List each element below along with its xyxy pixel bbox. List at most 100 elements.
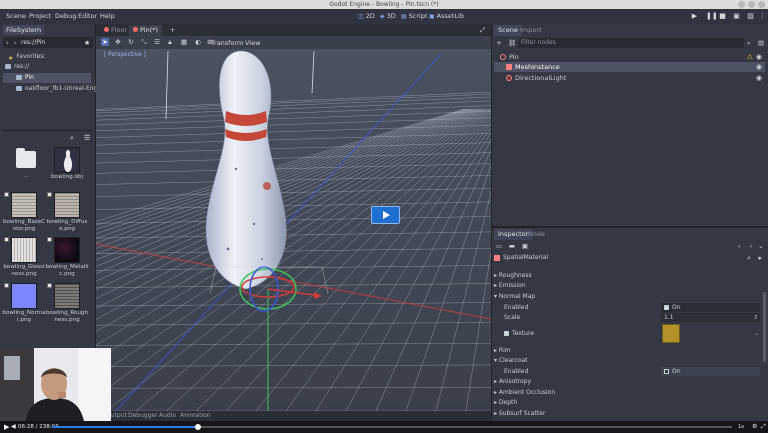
- list-select-icon[interactable]: ☰: [153, 38, 161, 46]
- search-icon[interactable]: ⌕: [747, 253, 751, 263]
- perspective-menu[interactable]: [ Perspective ]: [104, 52, 146, 58]
- video-play-button[interactable]: [371, 206, 400, 224]
- tree-item-res[interactable]: res://: [0, 62, 93, 72]
- 3d-viewport[interactable]: [96, 49, 491, 411]
- section-rim[interactable]: ▸ Rim: [494, 346, 762, 356]
- menu-scene[interactable]: Scene: [6, 12, 26, 20]
- search-icon[interactable]: ⌕: [70, 134, 74, 143]
- visibility-eye-icon[interactable]: ◉: [756, 73, 762, 83]
- settings-icon[interactable]: ⋮: [758, 12, 767, 21]
- group-icon[interactable]: ▦: [180, 38, 188, 46]
- tab-node[interactable]: Node: [524, 229, 549, 240]
- section-ambient-occlusion[interactable]: ▸ Ambient Occlusion: [494, 388, 762, 398]
- normal-enabled-checkbox[interactable]: On: [661, 303, 760, 312]
- pause-icon[interactable]: ❚❚: [706, 12, 718, 21]
- history-back-icon[interactable]: ‹: [735, 242, 743, 250]
- menu-debug[interactable]: Debug: [55, 12, 76, 20]
- file-item-bowling-obj[interactable]: bowling.obj: [45, 147, 89, 181]
- tree-item-favorites[interactable]: ★ Favorites:: [0, 52, 93, 62]
- file-item-glossiness[interactable]: bowling_Glossiness.png: [2, 237, 46, 278]
- minimize-button[interactable]: [738, 1, 745, 8]
- tab-audio[interactable]: Audio: [159, 412, 176, 419]
- section-depth[interactable]: ▸ Depth: [494, 398, 762, 408]
- visibility-eye-icon[interactable]: ◉: [756, 62, 762, 72]
- play-scene-icon[interactable]: ▣: [732, 12, 741, 21]
- lock-icon[interactable]: 🔒︎: [166, 38, 174, 46]
- mode-3d-button[interactable]: ◈ 3D: [380, 12, 396, 20]
- scale-tool-icon[interactable]: ⤡: [140, 38, 148, 46]
- section-clearcoat[interactable]: ▾ Clearcoat: [494, 356, 762, 366]
- history-forward-icon[interactable]: ›: [747, 242, 755, 250]
- section-roughness[interactable]: ▸ Roughness: [494, 271, 762, 281]
- file-item-parent[interactable]: ..: [4, 147, 48, 180]
- warning-icon[interactable]: ⚠: [747, 52, 753, 62]
- tab-debugger[interactable]: Debugger: [128, 412, 158, 419]
- mode-script-button[interactable]: ▤ Script: [401, 12, 428, 20]
- settings-gear-icon[interactable]: ⚙: [752, 423, 757, 430]
- section-normal-map[interactable]: ▾ Normal Map: [494, 292, 762, 302]
- save-icon[interactable]: ▣: [521, 242, 529, 250]
- view-menu[interactable]: View: [245, 39, 260, 47]
- close-button[interactable]: [758, 1, 765, 8]
- rotate-tool-icon[interactable]: ↻: [127, 38, 135, 46]
- distraction-free-icon[interactable]: ⤢: [476, 25, 489, 36]
- select-tool-icon[interactable]: ➤: [101, 38, 109, 46]
- file-item-normal[interactable]: bowling_Normal.png: [2, 283, 46, 324]
- node-directionallight[interactable]: DirectionalLight ◉: [494, 73, 765, 83]
- clearcoat-enabled-checkbox[interactable]: On: [661, 367, 760, 376]
- forward-icon[interactable]: ›: [11, 39, 19, 47]
- volume-icon[interactable]: ◀: [11, 423, 16, 430]
- tree-item-pin[interactable]: Pin: [3, 73, 91, 83]
- tab-animation[interactable]: Animation: [180, 412, 211, 419]
- filter-nodes-input[interactable]: Filter nodes: [518, 38, 744, 48]
- add-node-icon[interactable]: +: [495, 39, 503, 47]
- inspector-scrollbar[interactable]: [763, 292, 766, 362]
- menu-project[interactable]: Project: [29, 12, 51, 20]
- node-pin[interactable]: Pin ⚠ ◉: [494, 52, 765, 62]
- local-space-icon[interactable]: ◐: [194, 38, 202, 46]
- search-icon[interactable]: ⌕: [745, 39, 753, 47]
- mode-assetlib-button[interactable]: ▣ AssetLib: [429, 12, 464, 20]
- mode-2d-button[interactable]: ◫ 2D: [358, 12, 375, 20]
- stop-icon[interactable]: ■: [718, 12, 727, 21]
- file-item-metallic[interactable]: bowling_Metallic.png: [45, 237, 89, 278]
- menu-help[interactable]: Help: [100, 12, 115, 20]
- transform-menu[interactable]: Transform: [211, 39, 243, 47]
- tab-import[interactable]: Import: [516, 25, 546, 36]
- back-icon[interactable]: ‹: [3, 39, 11, 47]
- menu-editor[interactable]: Editor: [78, 12, 97, 20]
- play-icon[interactable]: ▶: [4, 423, 9, 431]
- normal-scale-spinbox[interactable]: 1.1 ⇕: [661, 313, 760, 322]
- tab-floor[interactable]: Floor: [100, 25, 131, 36]
- resource-header[interactable]: SpatialMaterial ⌕ ▸: [494, 253, 765, 263]
- link-icon[interactable]: ⛓: [508, 39, 516, 47]
- tab-filesystem[interactable]: FileSystem: [3, 25, 45, 35]
- tab-pin[interactable]: Pin(*): [129, 25, 163, 36]
- visibility-eye-icon[interactable]: ◉: [756, 52, 762, 62]
- dock-divider[interactable]: [3, 130, 93, 131]
- dropdown-icon[interactable]: ▸: [758, 253, 762, 263]
- file-item-diffuse[interactable]: bowling_Diffuse.png: [45, 192, 89, 233]
- open-folder-icon[interactable]: ▬: [508, 242, 516, 250]
- progress-knob[interactable]: [195, 424, 201, 430]
- move-tool-icon[interactable]: ✥: [114, 38, 122, 46]
- maximize-button[interactable]: [748, 1, 755, 8]
- viewport-canvas[interactable]: [96, 49, 491, 411]
- object-history-icon[interactable]: ⌄: [757, 242, 765, 250]
- section-emission[interactable]: ▸ Emission: [494, 281, 762, 291]
- add-tab-button[interactable]: +: [166, 25, 179, 36]
- play-custom-icon[interactable]: ▨: [746, 12, 755, 21]
- play-icon[interactable]: ▶: [690, 12, 699, 21]
- path-field[interactable]: res://Pin: [19, 39, 84, 46]
- list-view-icon[interactable]: ☰: [84, 134, 90, 142]
- quality-label[interactable]: 1x: [738, 424, 744, 430]
- script-attach-icon[interactable]: ▤: [757, 39, 765, 47]
- file-item-basecolor[interactable]: bowling_BaseColor.png: [2, 192, 46, 233]
- favorite-star-icon[interactable]: ★: [84, 39, 93, 47]
- file-item-roughness[interactable]: bowling_Roughness.png: [45, 283, 89, 324]
- new-resource-icon[interactable]: ▭: [495, 242, 503, 250]
- section-anisotropy[interactable]: ▸ Anisotropy: [494, 377, 762, 387]
- tree-item-oakfloor[interactable]: oakfloor_fb1-Unreal-Engin: [0, 84, 103, 94]
- section-subsurf-scatter[interactable]: ▸ Subsurf Scatter: [494, 409, 762, 419]
- normal-texture-preview[interactable]: [662, 324, 680, 343]
